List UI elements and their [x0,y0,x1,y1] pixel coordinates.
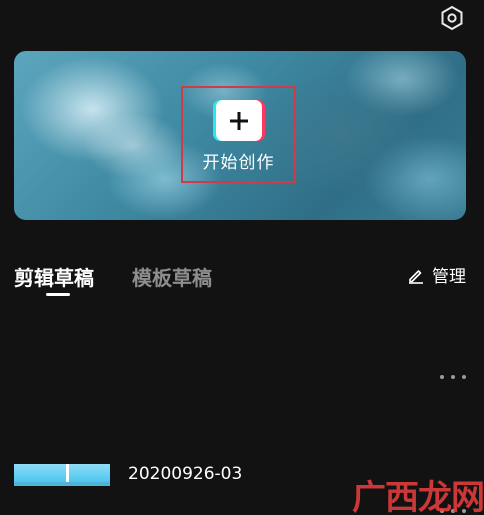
dot [440,375,444,379]
tab-template-drafts[interactable]: 模板草稿 [132,262,212,291]
start-creation-button[interactable]: 开始创作 [181,86,296,183]
watermark: 广西龙网 [352,478,484,515]
plus-icon [229,111,248,130]
dot [451,375,455,379]
manage-button[interactable]: 管理 [407,262,466,287]
draft-thumbnail[interactable] [14,464,110,486]
hexagon-gear-icon [441,5,463,31]
more-options-button[interactable] [440,370,466,384]
tab-edit-drafts[interactable]: 剪辑草稿 [14,262,94,291]
settings-icon[interactable] [436,2,468,34]
manage-label: 管理 [432,267,466,287]
start-creation-label: 开始创作 [202,153,275,173]
pencil-icon [409,269,423,284]
plus-tile [215,100,262,141]
dot [462,375,466,379]
active-tab-indicator [46,293,70,296]
draft-title[interactable]: 20200926-03 [128,464,242,484]
